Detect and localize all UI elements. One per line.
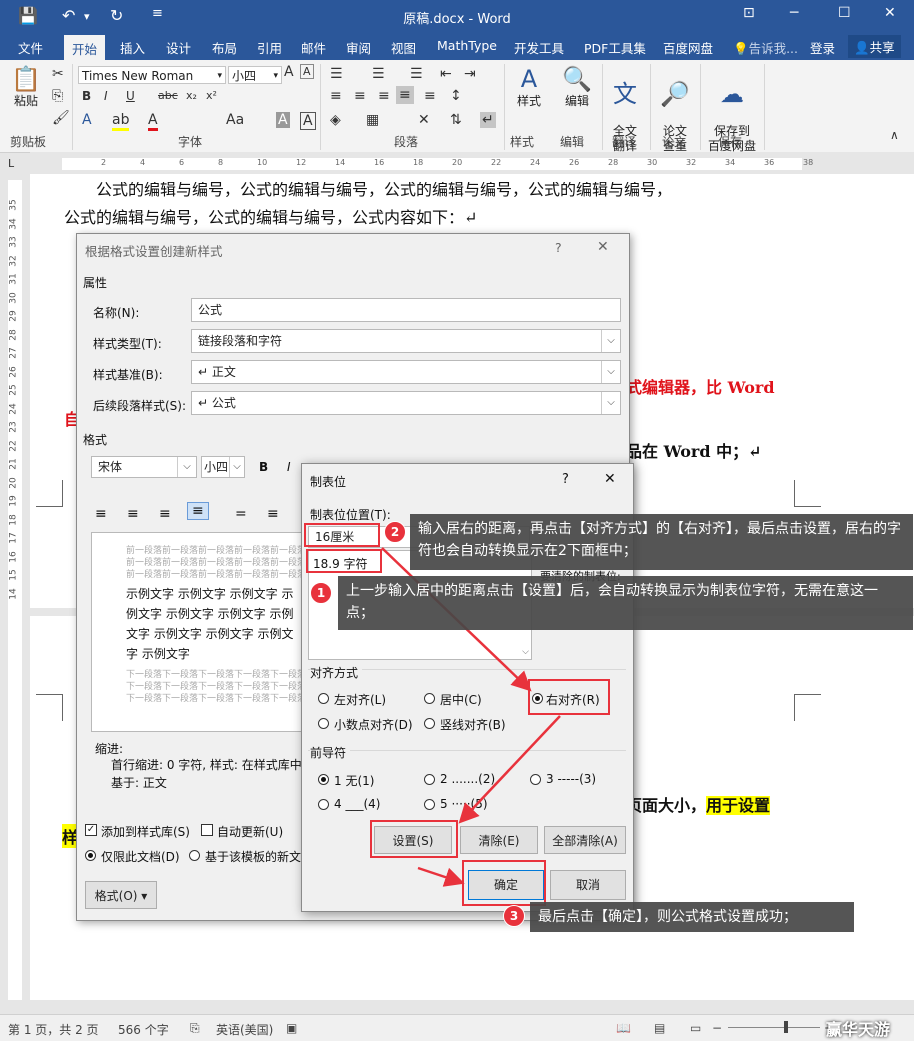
step-badge-1: 1: [310, 582, 332, 604]
zoom-out-button[interactable]: −: [712, 1021, 722, 1035]
macro-icon[interactable]: ▣: [286, 1021, 297, 1035]
step-badge-2: 2: [384, 521, 406, 543]
status-bar: 第 1 页，共 2 页 566 个字 ⎘ 英语(美国) ▣ 📖 ▤ ▭ − + …: [0, 1014, 914, 1041]
proofing-icon[interactable]: ⎘: [190, 1021, 200, 1036]
arrow-to-set: [458, 715, 561, 824]
zoom-slider[interactable]: [728, 1027, 820, 1028]
step-badge-3: 3: [503, 905, 525, 927]
watermark-text: 赢华天游: [826, 1020, 891, 1039]
arrow-to-ok: [417, 866, 465, 887]
callout-step-3: 最后点击【确定】，则公式格式设置成功；: [530, 902, 854, 932]
word-count[interactable]: 566 个字: [118, 1021, 169, 1038]
read-mode-icon[interactable]: 📖: [616, 1021, 631, 1035]
web-layout-icon[interactable]: ▭: [690, 1021, 701, 1035]
page-count[interactable]: 第 1 页，共 2 页: [8, 1021, 99, 1038]
zoom-slider-thumb[interactable]: [784, 1021, 788, 1033]
callout-step-1: 上一步输入居中的距离点击【设置】后，会自动转换显示为制表位字符，无需在意这一点；: [338, 576, 913, 630]
print-layout-icon[interactable]: ▤: [654, 1021, 665, 1035]
language[interactable]: 英语(美国): [216, 1021, 273, 1038]
callout-step-2: 输入居右的距离，再点击【对齐方式】的【右对齐】，最后点击设置，居右的字符也会自动…: [410, 514, 913, 570]
